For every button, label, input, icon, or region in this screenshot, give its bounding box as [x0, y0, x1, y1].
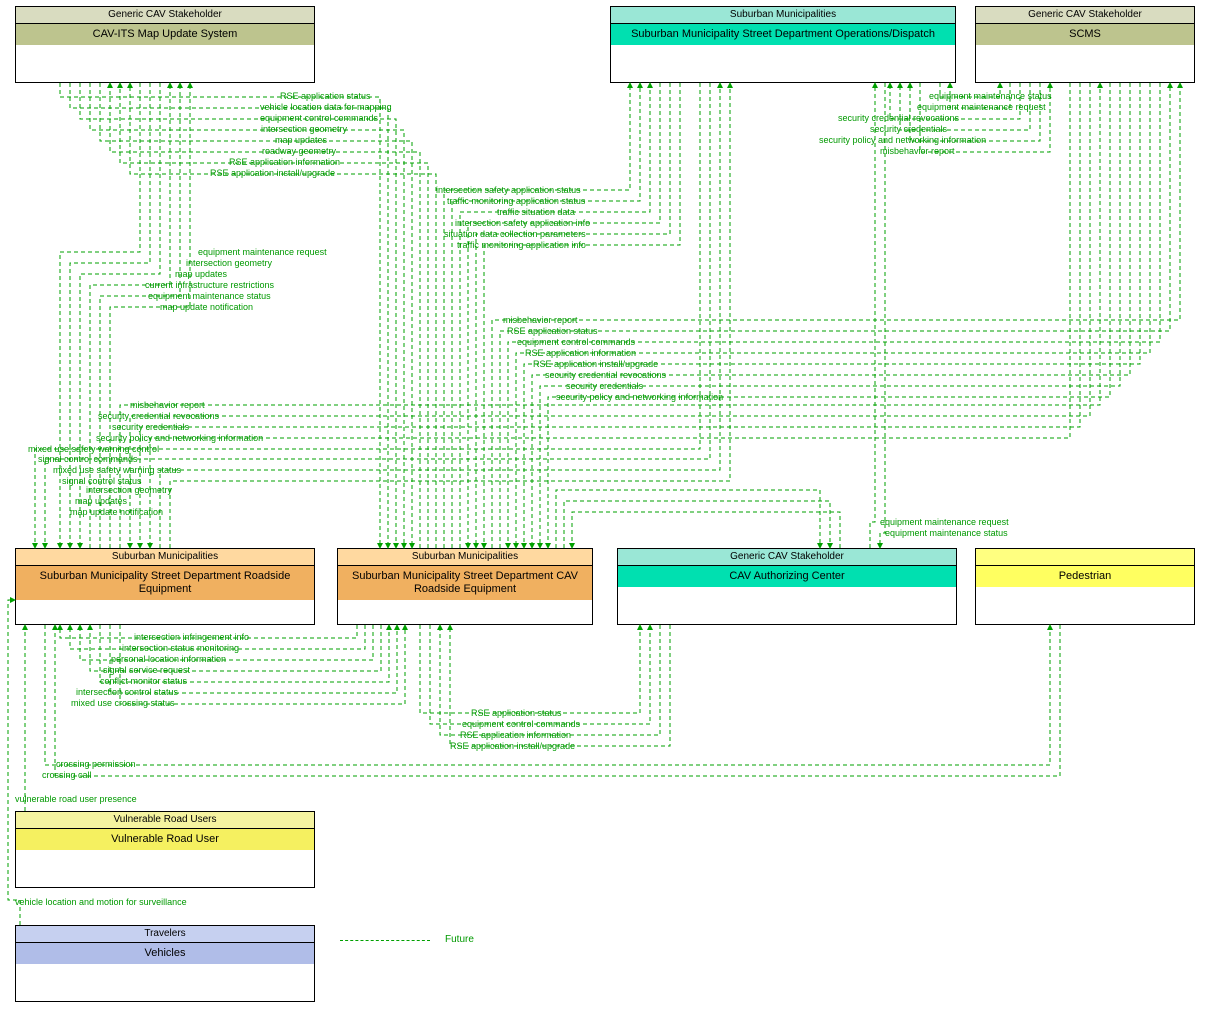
node-title: Suburban Municipality Street Department …: [16, 566, 314, 600]
flow-sec-creds-2: security credentials: [112, 423, 189, 432]
node-vru[interactable]: Vulnerable Road Users Vulnerable Road Us…: [15, 811, 315, 888]
flow-roadway-geom: roadway geometry: [262, 147, 336, 156]
flow-equip-maint-status-1: equipment maintenance status: [148, 292, 271, 301]
flow-misbehavior-3: misbehavior report: [880, 147, 955, 156]
flow-map-update-notif-1: map update notification: [160, 303, 253, 312]
flow-equip-maint-req-2: equipment maintenance request: [917, 103, 1046, 112]
flow-sig-svc-req: signal service request: [103, 666, 190, 675]
flow-vehicle-loc-mapping: vehicle location data for mapping: [260, 103, 392, 112]
flow-intersection-geom-3: intersection geometry: [86, 486, 172, 495]
flow-sec-cred-revoc-2: security credential revocations: [98, 412, 219, 421]
flow-sec-creds-1: security credentials: [566, 382, 643, 391]
flow-map-updates-2: map updates: [175, 270, 227, 279]
node-cav-auth[interactable]: Generic CAV Stakeholder CAV Authorizing …: [617, 548, 957, 625]
flow-equip-maint-status-2: equipment maintenance status: [929, 92, 1052, 101]
flow-int-safety-status: intersection safety application status: [436, 186, 581, 195]
flow-int-safety-info: intersection safety application info: [455, 219, 590, 228]
flow-pers-loc-info: personal location information: [111, 655, 226, 664]
flow-misbehavior-1: misbehavior report: [503, 316, 578, 325]
node-roadside-equip[interactable]: Suburban Municipalities Suburban Municip…: [15, 548, 315, 625]
flow-intersection-geom-1: intersection geometry: [261, 125, 347, 134]
flow-equip-maint-req-3: equipment maintenance request: [880, 518, 1009, 527]
stakeholder-label: Generic CAV Stakeholder: [16, 7, 314, 24]
flow-int-status-mon: intersection status monitoring: [122, 644, 239, 653]
node-suburban-ops[interactable]: Suburban Municipalities Suburban Municip…: [610, 6, 956, 83]
flow-curr-infra-restrict: current infrastructure restrictions: [145, 281, 274, 290]
flow-mixed-use-cross: mixed use crossing status: [71, 699, 175, 708]
flow-sec-policy-3: security policy and networking informati…: [819, 136, 986, 145]
flow-int-ctrl-status: intersection control status: [76, 688, 178, 697]
flow-map-updates-3: map updates: [75, 497, 127, 506]
node-title: CAV-ITS Map Update System: [16, 24, 314, 45]
node-title: Vulnerable Road User: [16, 829, 314, 850]
flow-sec-policy-2: security policy and networking informati…: [96, 434, 263, 443]
flow-crossing-perm: crossing permission: [56, 760, 136, 769]
flow-rse-app-status-2: RSE application status: [507, 327, 598, 336]
flow-map-updates-1: map updates: [275, 136, 327, 145]
flow-vehicle-loc-surv: vehicle location and motion for surveill…: [15, 898, 187, 907]
stakeholder-label: Generic CAV Stakeholder: [618, 549, 956, 566]
stakeholder-label: Suburban Municipalities: [338, 549, 592, 566]
legend-future-text: Future: [445, 934, 474, 945]
node-title: SCMS: [976, 24, 1194, 45]
flow-equip-ctrl-cmds-1: equipment control commands: [260, 114, 378, 123]
flow-conflict-mon: conflict monitor status: [100, 677, 187, 686]
flow-rse-app-info-2: RSE application information: [525, 349, 636, 358]
flow-mixed-use-status: mixed use safety warning status: [53, 466, 181, 475]
flow-equip-ctrl-cmds-2: equipment control commands: [517, 338, 635, 347]
node-title: Pedestrian: [976, 566, 1194, 587]
stakeholder-label: Suburban Municipalities: [611, 7, 955, 24]
node-title: Suburban Municipality Street Department …: [338, 566, 592, 600]
node-cav-its-map[interactable]: Generic CAV Stakeholder CAV-ITS Map Upda…: [15, 6, 315, 83]
node-pedestrian[interactable]: Pedestrian: [975, 548, 1195, 625]
flow-rse-app-install-1: RSE application install/upgrade: [210, 169, 335, 178]
stakeholder-label: [976, 549, 1194, 566]
flow-map-update-notif-2: map update notification: [70, 508, 163, 517]
flow-traffic-sit-data: traffic situation data: [497, 208, 575, 217]
stakeholder-label: Vulnerable Road Users: [16, 812, 314, 829]
stakeholder-label: Travelers: [16, 926, 314, 943]
flow-int-infringe: intersection infringement info: [134, 633, 249, 642]
flow-rse-app-install-2: RSE application install/upgrade: [533, 360, 658, 369]
node-title: Vehicles: [16, 943, 314, 964]
flow-rse-app-info-1: RSE application information: [229, 158, 340, 167]
flow-rse-app-status-3: RSE application status: [471, 709, 562, 718]
flow-equip-maint-req-1: equipment maintenance request: [198, 248, 327, 257]
flow-signal-ctrl-cmds: signal control commands: [38, 455, 138, 464]
flow-crossing-call: crossing call: [42, 771, 92, 780]
legend-future-line: [340, 940, 430, 941]
flow-sec-cred-revoc-3: security credential revocations: [838, 114, 959, 123]
flow-rse-app-install-3: RSE application install/upgrade: [450, 742, 575, 751]
flow-intersection-geom-2: intersection geometry: [186, 259, 272, 268]
flow-rse-app-info-3: RSE application information: [460, 731, 571, 740]
flow-vru-presence: vulnerable road user presence: [15, 795, 137, 804]
stakeholder-label: Suburban Municipalities: [16, 549, 314, 566]
flow-traffic-mon-status: traffic monitoring application status: [447, 197, 585, 206]
flow-equip-ctrl-cmds-3: equipment control commands: [462, 720, 580, 729]
node-scms[interactable]: Generic CAV Stakeholder SCMS: [975, 6, 1195, 83]
flow-rse-app-status-1: RSE application status: [280, 92, 371, 101]
node-vehicles[interactable]: Travelers Vehicles: [15, 925, 315, 1002]
flow-equip-maint-status-3: equipment maintenance status: [885, 529, 1008, 538]
stakeholder-label: Generic CAV Stakeholder: [976, 7, 1194, 24]
flow-sec-creds-3: security credentials: [870, 125, 947, 134]
node-title: Suburban Municipality Street Department …: [611, 24, 955, 45]
flow-mixed-use-ctrl: mixed use safety warning control: [28, 445, 159, 454]
flow-sit-data-params: situation data collection parameters: [444, 230, 586, 239]
flow-sec-cred-revoc-1: security credential revocations: [545, 371, 666, 380]
flow-misbehavior-2: misbehavior report: [130, 401, 205, 410]
node-cav-roadside[interactable]: Suburban Municipalities Suburban Municip…: [337, 548, 593, 625]
flow-sec-policy-1: security policy and networking informati…: [556, 393, 723, 402]
node-title: CAV Authorizing Center: [618, 566, 956, 587]
flow-traffic-mon-info: traffic monitoring application info: [457, 241, 586, 250]
